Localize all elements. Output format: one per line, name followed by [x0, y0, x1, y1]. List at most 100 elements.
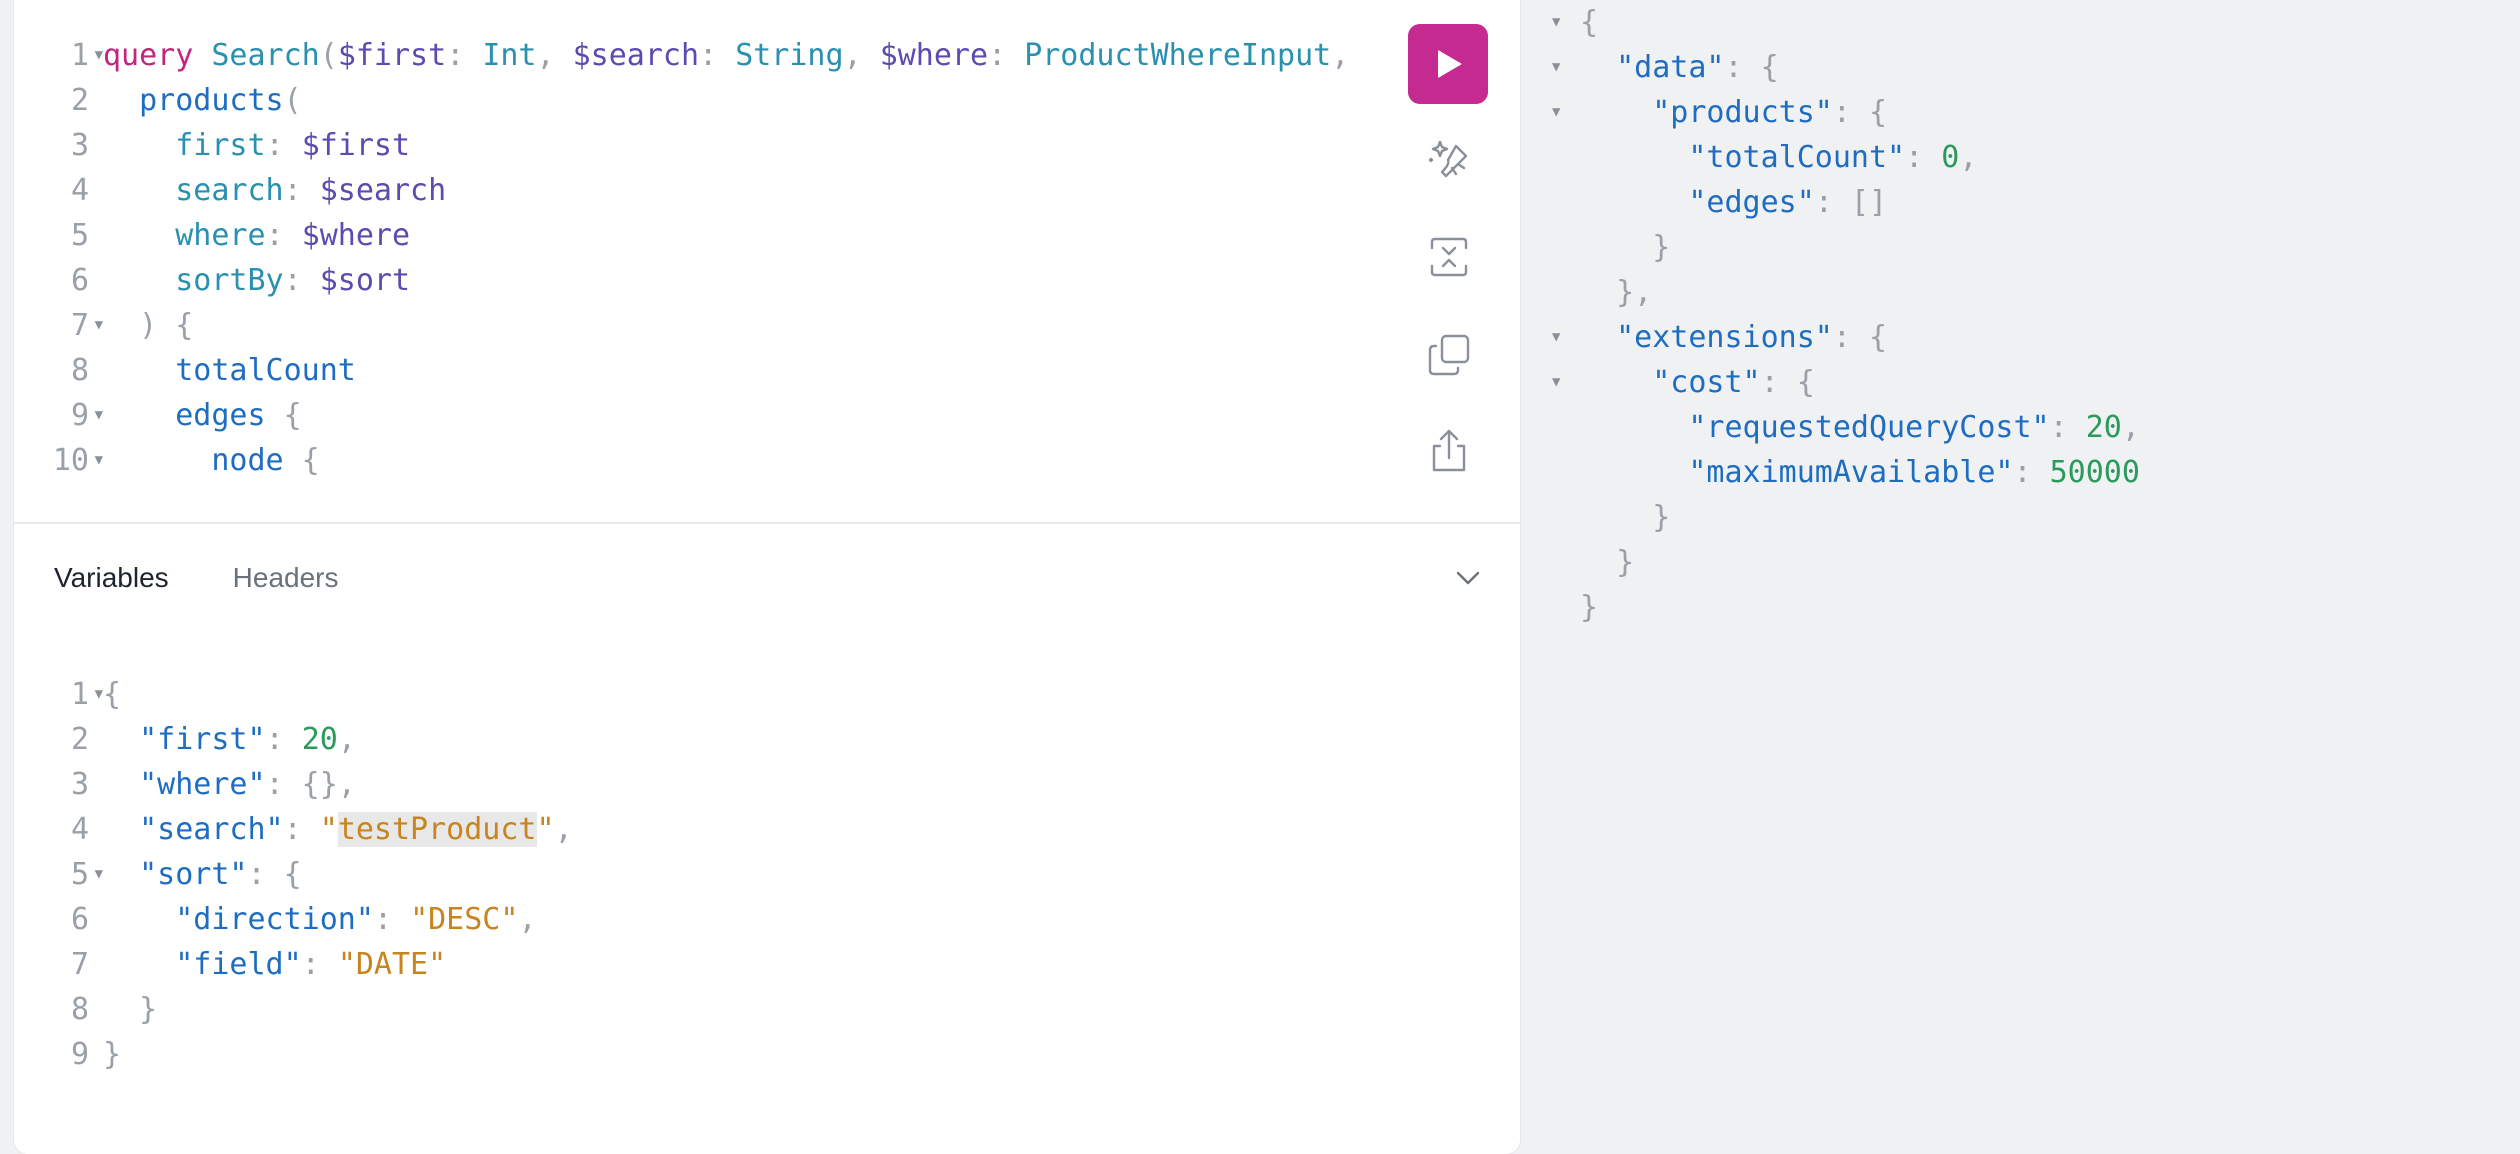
code-content: sortBy: $sort — [89, 258, 410, 303]
code-token: $first — [301, 128, 411, 163]
code-token: : — [283, 263, 320, 298]
code-content: "search": "testProduct", — [89, 807, 573, 852]
code-line: 3 "where": {}, — [14, 762, 573, 807]
code-token: $first — [337, 38, 447, 73]
code-token: $where — [879, 38, 989, 73]
query-editor[interactable]: 1 ▼ query Search($first: Int, $search: Str… — [14, 33, 1349, 483]
line-number: 9 — [14, 1032, 89, 1077]
code-content: search: $search — [89, 168, 446, 213]
code-token: " — [536, 812, 555, 847]
fold-triangle-icon[interactable]: ▼ — [1552, 90, 1560, 135]
code-content: } — [89, 987, 157, 1032]
code-token: $where — [301, 218, 411, 253]
line-number: 4 — [14, 807, 89, 852]
line-number: 6 — [14, 258, 89, 303]
code-token: Int — [482, 38, 537, 73]
code-token: Search — [211, 38, 320, 73]
code-token: : { — [1760, 365, 1815, 400]
fold-triangle-icon[interactable]: ▼ — [1552, 45, 1560, 90]
code-line: 10 ▼ node { — [14, 438, 1349, 483]
code-content: products( — [89, 78, 302, 123]
code-token: ) { — [103, 308, 194, 343]
fold-triangle-icon[interactable]: ▼ — [1552, 315, 1560, 360]
code-token: node — [211, 443, 284, 478]
line-number-text: 1 — [70, 38, 89, 73]
fold-gutter — [1520, 270, 1580, 315]
line-number: 4 — [14, 168, 89, 213]
line-number-text: 1 — [70, 677, 89, 712]
line-number: 2 — [14, 717, 89, 762]
fold-triangle-icon[interactable]: ▼ — [95, 303, 103, 348]
share-icon[interactable] — [1426, 428, 1472, 474]
line-number: 8 — [14, 987, 89, 1032]
fold-triangle-icon[interactable]: ▼ — [1552, 360, 1560, 405]
code-token: 50000 — [2049, 455, 2140, 490]
code-line: } — [1520, 495, 2140, 540]
fold-triangle-icon[interactable]: ▼ — [95, 672, 103, 717]
fold-triangle-icon[interactable]: ▼ — [95, 852, 103, 897]
code-line: "requestedQueryCost": 20, — [1520, 405, 2140, 450]
tab-variables[interactable]: Variables — [54, 556, 169, 600]
line-number: 2 — [14, 78, 89, 123]
line-number: 8 — [14, 348, 89, 393]
code-line: ▼ "products": { — [1520, 90, 2140, 135]
result-viewer: ▼{▼ "data": {▼ "products": { "totalCount… — [1520, 0, 2140, 630]
code-token: { — [103, 677, 122, 712]
chevron-down-icon[interactable] — [1452, 562, 1484, 594]
fold-gutter: ▼ — [1520, 360, 1580, 405]
line-number-text: 3 — [70, 767, 89, 802]
line-number: 9 ▼ — [14, 393, 103, 438]
magic-wand-icon[interactable] — [1426, 136, 1472, 182]
code-content: "field": "DATE" — [89, 942, 446, 987]
line-number: 5 — [14, 213, 89, 258]
code-line: }, — [1520, 270, 2140, 315]
code-content: { — [1580, 0, 1598, 45]
copy-icon[interactable] — [1426, 332, 1472, 378]
line-number-text: 4 — [70, 812, 89, 847]
line-number-text: 6 — [70, 263, 89, 298]
merge-fragments-icon[interactable] — [1426, 234, 1472, 280]
fold-triangle-icon[interactable]: ▼ — [95, 33, 103, 78]
fold-gutter — [1520, 180, 1580, 225]
code-token: ( — [283, 83, 302, 118]
fold-triangle-icon[interactable]: ▼ — [95, 438, 103, 483]
line-number-text: 4 — [70, 173, 89, 208]
code-content: "extensions": { — [1580, 315, 1887, 360]
code-token: "first" — [139, 722, 266, 757]
code-content: where: $where — [89, 213, 410, 258]
code-token: : { — [247, 857, 302, 892]
tab-headers[interactable]: Headers — [233, 556, 339, 600]
fold-triangle-icon[interactable]: ▼ — [1552, 0, 1560, 45]
fold-gutter — [1520, 585, 1580, 630]
fold-gutter: ▼ — [1520, 90, 1580, 135]
code-token: : — [988, 38, 1025, 73]
code-line: 3 first: $first — [14, 123, 1349, 168]
code-content: "sort": { — [89, 852, 302, 897]
code-content: "where": {}, — [89, 762, 356, 807]
fold-triangle-icon[interactable]: ▼ — [95, 393, 103, 438]
code-line: 5 ▼ "sort": { — [14, 852, 573, 897]
fold-gutter — [1520, 225, 1580, 270]
code-content: } — [89, 1032, 121, 1077]
code-token: : — [699, 38, 736, 73]
code-token: : {}, — [265, 767, 356, 802]
variables-editor[interactable]: 1 ▼{2 "first": 20, 3 "where": {}, 4 "search… — [14, 672, 573, 1077]
play-icon — [1438, 50, 1462, 78]
code-line: 7 ▼ ) { — [14, 303, 1349, 348]
code-token: "DATE" — [337, 947, 447, 982]
code-line: 8 } — [14, 987, 573, 1032]
fold-gutter: ▼ — [1520, 45, 1580, 90]
code-token: " — [319, 812, 338, 847]
fold-gutter: ▼ — [1520, 0, 1580, 45]
run-query-button[interactable] — [1408, 24, 1488, 104]
